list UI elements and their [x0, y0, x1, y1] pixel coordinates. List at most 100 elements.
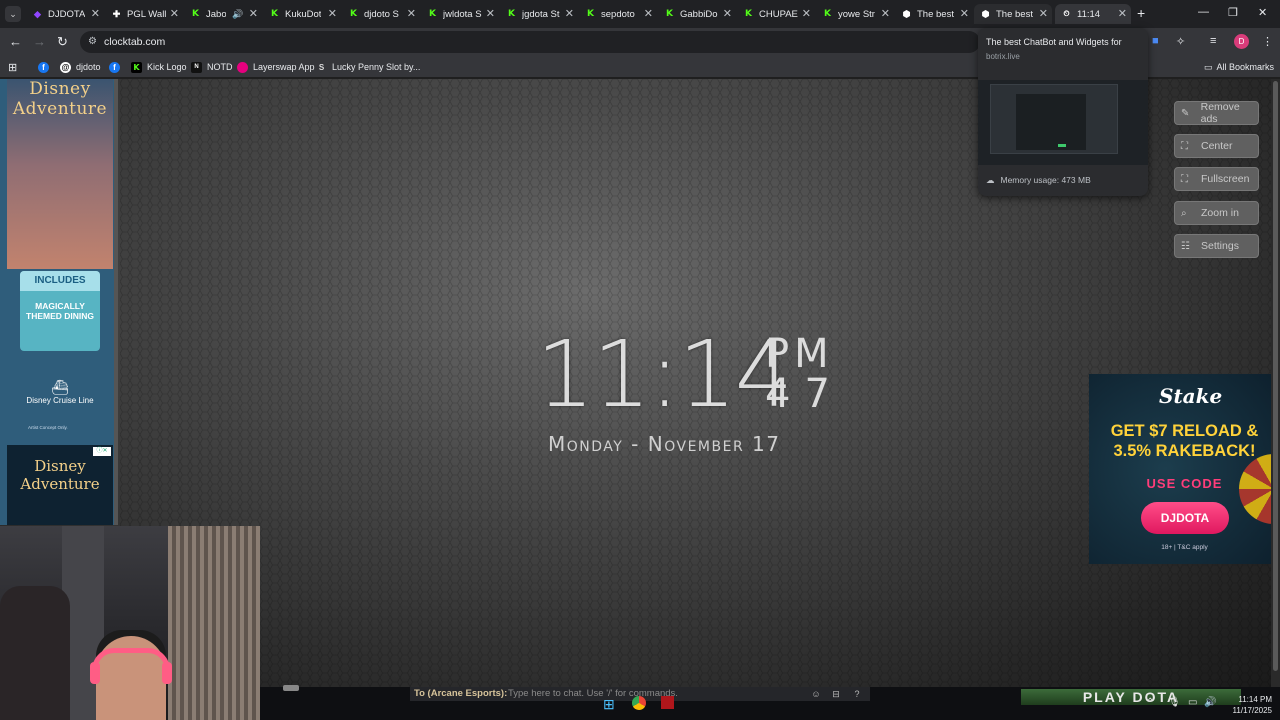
tab-djdoto[interactable]: K djdoto S ✕ — [342, 4, 420, 24]
close-tab-icon[interactable]: ✕ — [328, 7, 337, 20]
network-icon[interactable]: ▭ — [1188, 697, 1197, 708]
forward-icon[interactable]: → — [33, 34, 46, 49]
fullscreen-icon: ⛶ — [1181, 173, 1188, 185]
close-tab-icon[interactable]: ✕ — [91, 7, 100, 20]
tab-botrix-1[interactable]: ⬢ The best ✕ — [895, 4, 973, 24]
center-button[interactable]: ⛶ Center — [1174, 134, 1259, 158]
stake-ad[interactable]: Stake GET $7 RELOAD & 3.5% RAKEBACK! USE… — [1089, 374, 1280, 564]
close-tab-icon[interactable]: ✕ — [249, 7, 258, 20]
bookmark-djdoto[interactable]: @ djdoto — [60, 60, 101, 74]
remove-ads-button[interactable]: ✎ Remove ads — [1174, 101, 1259, 125]
site-info-icon[interactable]: ⚙ — [88, 36, 97, 47]
notd-icon: N — [191, 61, 202, 73]
tab-yowe[interactable]: K yowe Str ✕ — [816, 4, 894, 24]
kick-icon: K — [192, 9, 199, 19]
reload-icon[interactable]: ↻ — [57, 34, 68, 50]
microphone-icon[interactable]: 🎙 — [1168, 697, 1181, 708]
facebook-icon: f — [38, 61, 49, 73]
taskbar-clock[interactable]: 11:14 PM 11/17/2025 — [1233, 694, 1272, 716]
tab-sepdoto[interactable]: K sepdoto ✕ — [579, 4, 657, 24]
close-tab-icon[interactable]: ✕ — [881, 7, 890, 20]
close-tab-icon[interactable]: ✕ — [407, 7, 416, 20]
tab-title: DJDOTA — [48, 8, 86, 20]
speaker-icon[interactable]: 🔊 — [232, 9, 243, 20]
settings-button[interactable]: ☷ Settings — [1174, 234, 1259, 258]
tab-chupae[interactable]: K CHUPAE ✕ — [737, 4, 815, 24]
tab-clocktab[interactable]: ⏲ 11:14 ✕ — [1055, 4, 1131, 24]
close-tab-icon[interactable]: ✕ — [565, 7, 574, 20]
close-window-icon[interactable]: ✕ — [1258, 6, 1267, 19]
tab-kukudot[interactable]: K KukuDot ✕ — [263, 4, 341, 24]
extension-icon[interactable]: ■ — [1152, 35, 1159, 47]
bookmark-facebook-2[interactable]: f — [109, 60, 125, 74]
url-text[interactable]: clocktab.com — [104, 36, 165, 48]
restore-icon[interactable]: ❐ — [1228, 6, 1238, 19]
menu-icon[interactable]: ⋮ — [1262, 35, 1273, 48]
fullscreen-button[interactable]: ⛶ Fullscreen — [1174, 167, 1259, 191]
close-tab-icon[interactable]: ✕ — [486, 7, 495, 20]
chat-wheel-icon[interactable]: ⊟ — [830, 688, 842, 700]
close-tab-icon[interactable]: ✕ — [802, 7, 811, 20]
profile-avatar[interactable]: D — [1234, 34, 1249, 49]
left-banner-ad[interactable]: Disney Adventure INCLUDES MAGICALLY THEM… — [0, 79, 118, 525]
tray-chevron-icon[interactable]: ⌃ — [1146, 697, 1154, 708]
volume-icon[interactable]: 🔊 — [1204, 697, 1216, 708]
tab-pgl[interactable]: ✚ PGL Wall ✕ — [105, 4, 183, 24]
feature-text: MAGICALLY THEMED DINING — [26, 301, 94, 321]
bookmark-label: NOTD — [207, 62, 233, 72]
bookmark-label: djdoto — [76, 62, 101, 72]
bookmark-label: Lucky Penny Slot by... — [332, 62, 421, 72]
zoom-in-button[interactable]: ⌕ Zoom in — [1174, 201, 1259, 225]
tab-title: PGL Wall — [127, 8, 167, 20]
promo-code-button[interactable]: DJDOTA — [1141, 502, 1229, 534]
tab-jabol[interactable]: K Jabol 🔊 ✕ — [184, 4, 262, 24]
button-label: Center — [1201, 140, 1233, 152]
bookmark-kick-logo[interactable]: K Kick Logo — [131, 60, 187, 74]
help-icon[interactable]: ? — [851, 688, 863, 700]
threads-icon: @ — [60, 61, 71, 73]
minimize-icon[interactable]: — — [1198, 6, 1209, 18]
fine-print: Artist Concept Only. — [28, 425, 68, 430]
tab-search-button[interactable]: ⌄ — [5, 6, 21, 22]
bookmark-facebook[interactable]: f — [38, 60, 54, 74]
close-tab-icon[interactable]: ✕ — [1039, 7, 1048, 20]
close-tab-icon[interactable]: ✕ — [723, 7, 732, 20]
botrix-icon: ⬢ — [902, 8, 911, 19]
tab-jgdota[interactable]: K jgdota St ✕ — [500, 4, 578, 24]
twitch-icon: ◆ — [34, 8, 41, 19]
headline-line-1: GET $7 RELOAD & — [1110, 422, 1259, 440]
tab-title: CHUPAE — [759, 8, 798, 20]
tab-botrix-2[interactable]: ⬢ The best ✕ — [974, 4, 1052, 24]
back-icon[interactable]: ← — [9, 34, 22, 49]
tab-title: The best — [917, 8, 954, 20]
extensions-puzzle-icon[interactable]: ✧ — [1176, 35, 1185, 48]
broom-icon: ✎ — [1181, 107, 1190, 119]
ad-choices-icon[interactable]: ⓘ✕ — [93, 447, 111, 456]
bookmark-lucky-penny[interactable]: S Lucky Penny Slot by... — [316, 60, 421, 74]
new-tab-button[interactable]: + — [1137, 5, 1145, 21]
bookmark-notd[interactable]: N NOTD — [191, 60, 233, 74]
headline-line-2: 3.5% RAKEBACK! — [1113, 442, 1256, 460]
apps-grid-icon[interactable]: ⊞ — [8, 60, 17, 74]
close-tab-icon[interactable]: ✕ — [644, 7, 653, 20]
dota-icon[interactable] — [661, 696, 674, 709]
chrome-icon[interactable] — [632, 696, 646, 710]
close-tab-icon[interactable]: ✕ — [1118, 7, 1127, 20]
all-bookmarks[interactable]: ▭ All Bookmarks — [1204, 60, 1274, 74]
clock-seconds: 47 — [765, 371, 844, 417]
button-label: Remove ads — [1200, 101, 1240, 125]
close-tab-icon[interactable]: ✕ — [170, 7, 179, 20]
windows-start-icon[interactable]: ⊞ — [603, 696, 619, 712]
bookmark-layerswap[interactable]: Layerswap App — [237, 60, 315, 74]
tab-djdota[interactable]: ◆ DJDOTA ✕ — [26, 4, 104, 24]
tab-jwldota[interactable]: K jwldota S ✕ — [421, 4, 499, 24]
scrollbar[interactable] — [1271, 79, 1280, 687]
drag-handle[interactable] — [283, 685, 299, 691]
address-bar[interactable]: ⚙ clocktab.com — [80, 31, 980, 53]
chat-input[interactable]: Type here to chat. Use '/' for commands. — [508, 688, 678, 699]
tab-gabbido[interactable]: K GabbiDo ✕ — [658, 4, 736, 24]
media-controls-icon[interactable]: ≡ — [1210, 35, 1216, 47]
left-banner-ad-2[interactable]: ⓘ✕ Disney Adventure — [7, 445, 113, 525]
close-tab-icon[interactable]: ✕ — [960, 7, 969, 20]
emoji-icon[interactable]: ☺ — [810, 688, 822, 700]
